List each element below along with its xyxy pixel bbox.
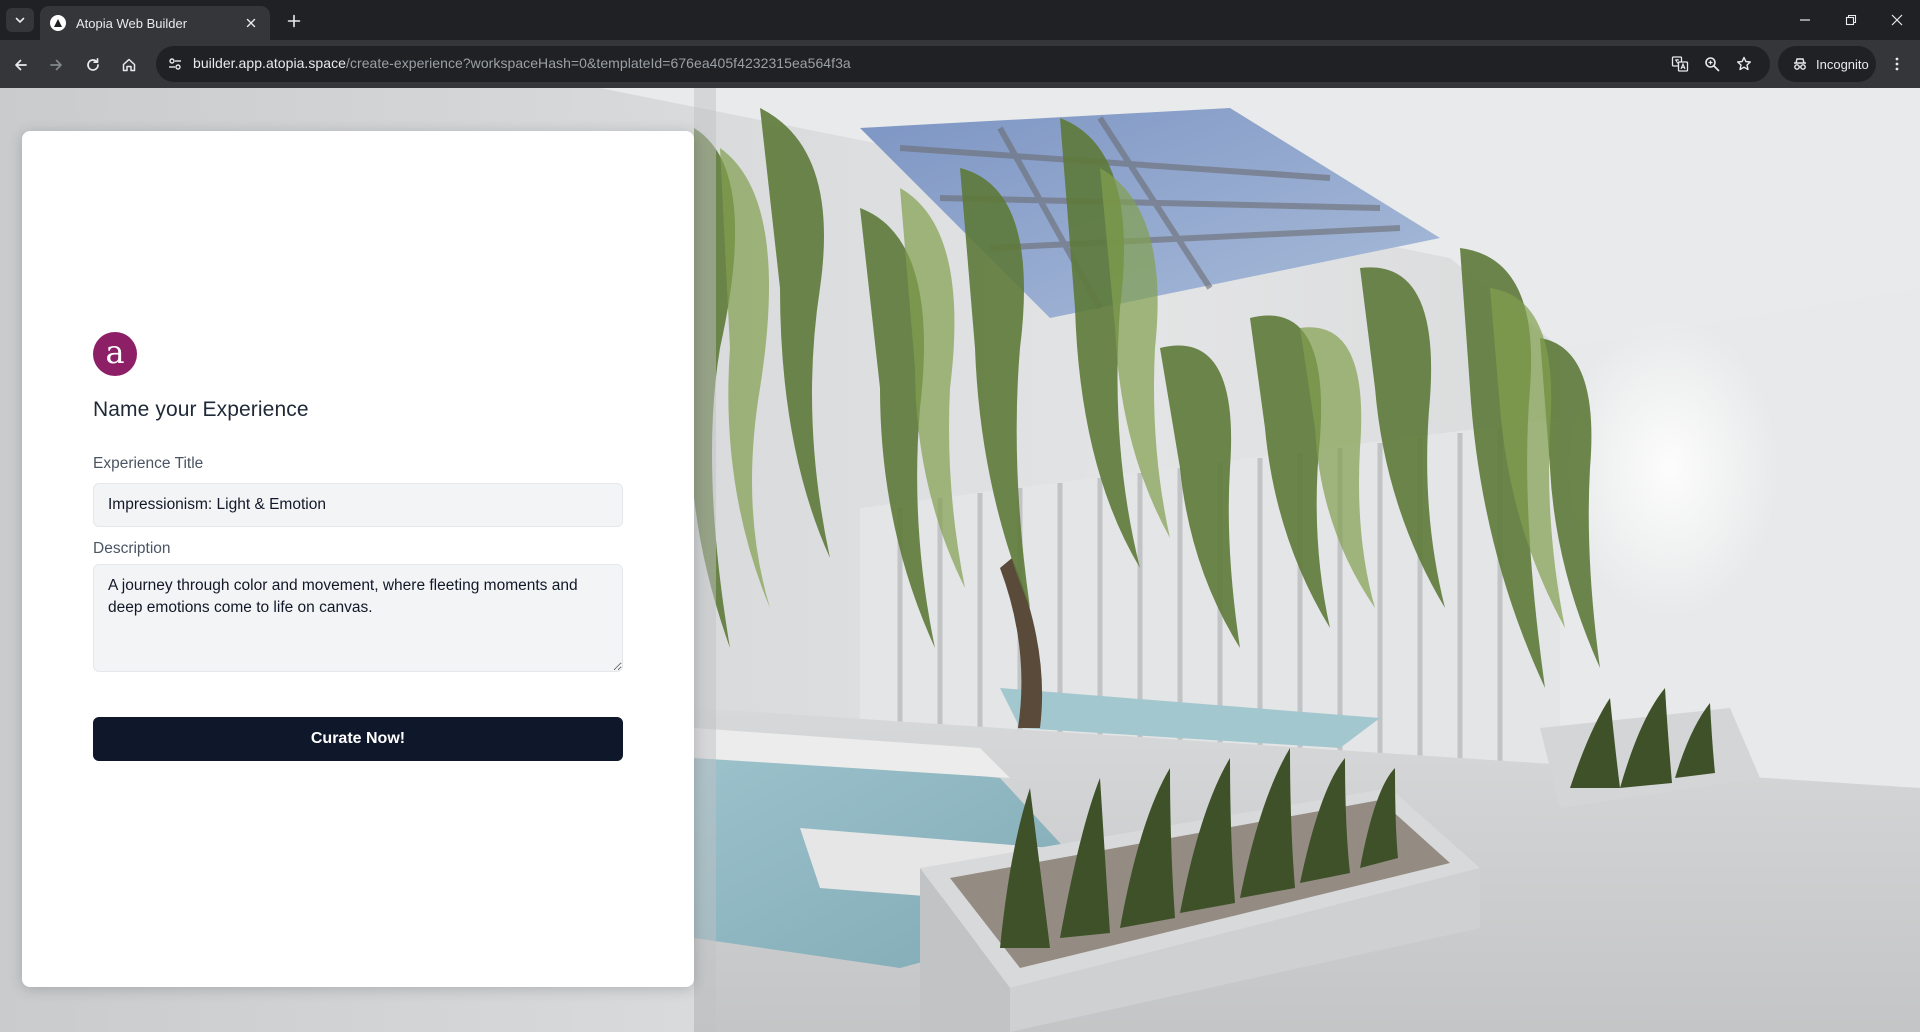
logo-letter: a	[105, 333, 125, 371]
close-icon	[1891, 14, 1903, 26]
arrow-right-icon	[50, 59, 62, 71]
atopia-logo-icon	[50, 15, 66, 31]
kebab-menu-icon	[1895, 57, 1899, 71]
close-icon	[246, 18, 256, 28]
page-title: Name your Experience	[93, 398, 309, 421]
browser-tab-active[interactable]: Atopia Web Builder	[40, 6, 270, 40]
site-info-button[interactable]	[162, 51, 188, 77]
page-viewport: a Name your Experience Experience Title …	[0, 88, 1920, 1032]
description-textarea[interactable]: A journey through color and movement, wh…	[93, 564, 623, 672]
reload-button[interactable]	[80, 52, 106, 78]
home-icon	[122, 58, 136, 72]
create-experience-card: a Name your Experience Experience Title …	[22, 131, 694, 987]
close-window-button[interactable]	[1874, 0, 1920, 40]
translate-button[interactable]	[1667, 51, 1693, 77]
atopia-logo: a	[93, 332, 137, 376]
experience-title-label: Experience Title	[93, 455, 204, 472]
url-text[interactable]: builder.app.atopia.space/create-experien…	[193, 55, 851, 71]
back-button[interactable]	[8, 52, 34, 78]
translate-icon	[1671, 56, 1689, 72]
star-icon	[1737, 56, 1751, 71]
reload-icon	[87, 57, 99, 71]
tab-title: Atopia Web Builder	[76, 15, 188, 31]
curate-now-button[interactable]: Curate Now!	[93, 717, 623, 761]
restore-icon	[1845, 14, 1857, 26]
url-host: builder.app.atopia.space	[193, 55, 346, 71]
minimize-button[interactable]	[1782, 0, 1828, 40]
incognito-label: Incognito	[1816, 56, 1869, 72]
url-path: /create-experience?workspaceHash=0&templ…	[346, 55, 851, 71]
tab-search-button[interactable]	[6, 8, 34, 32]
arrow-left-icon	[15, 59, 27, 71]
forward-button[interactable]	[43, 52, 69, 78]
minimize-icon	[1800, 19, 1810, 21]
tab-close-button[interactable]	[242, 14, 260, 32]
incognito-icon	[1794, 58, 1806, 70]
bookmark-button[interactable]	[1731, 51, 1757, 77]
chevron-down-icon	[15, 17, 25, 24]
browser-menu-button[interactable]	[1884, 51, 1910, 77]
tune-icon	[169, 58, 181, 70]
description-label: Description	[93, 540, 171, 557]
experience-title-input[interactable]	[93, 483, 623, 527]
new-tab-button[interactable]	[280, 9, 308, 33]
zoom-icon	[1705, 57, 1720, 72]
incognito-indicator[interactable]: Incognito	[1778, 46, 1876, 82]
zoom-button[interactable]	[1699, 51, 1725, 77]
plus-icon	[287, 14, 301, 28]
browser-tab-strip: Atopia Web Builder	[0, 0, 1920, 40]
home-button[interactable]	[116, 52, 142, 78]
restore-button[interactable]	[1828, 0, 1874, 40]
